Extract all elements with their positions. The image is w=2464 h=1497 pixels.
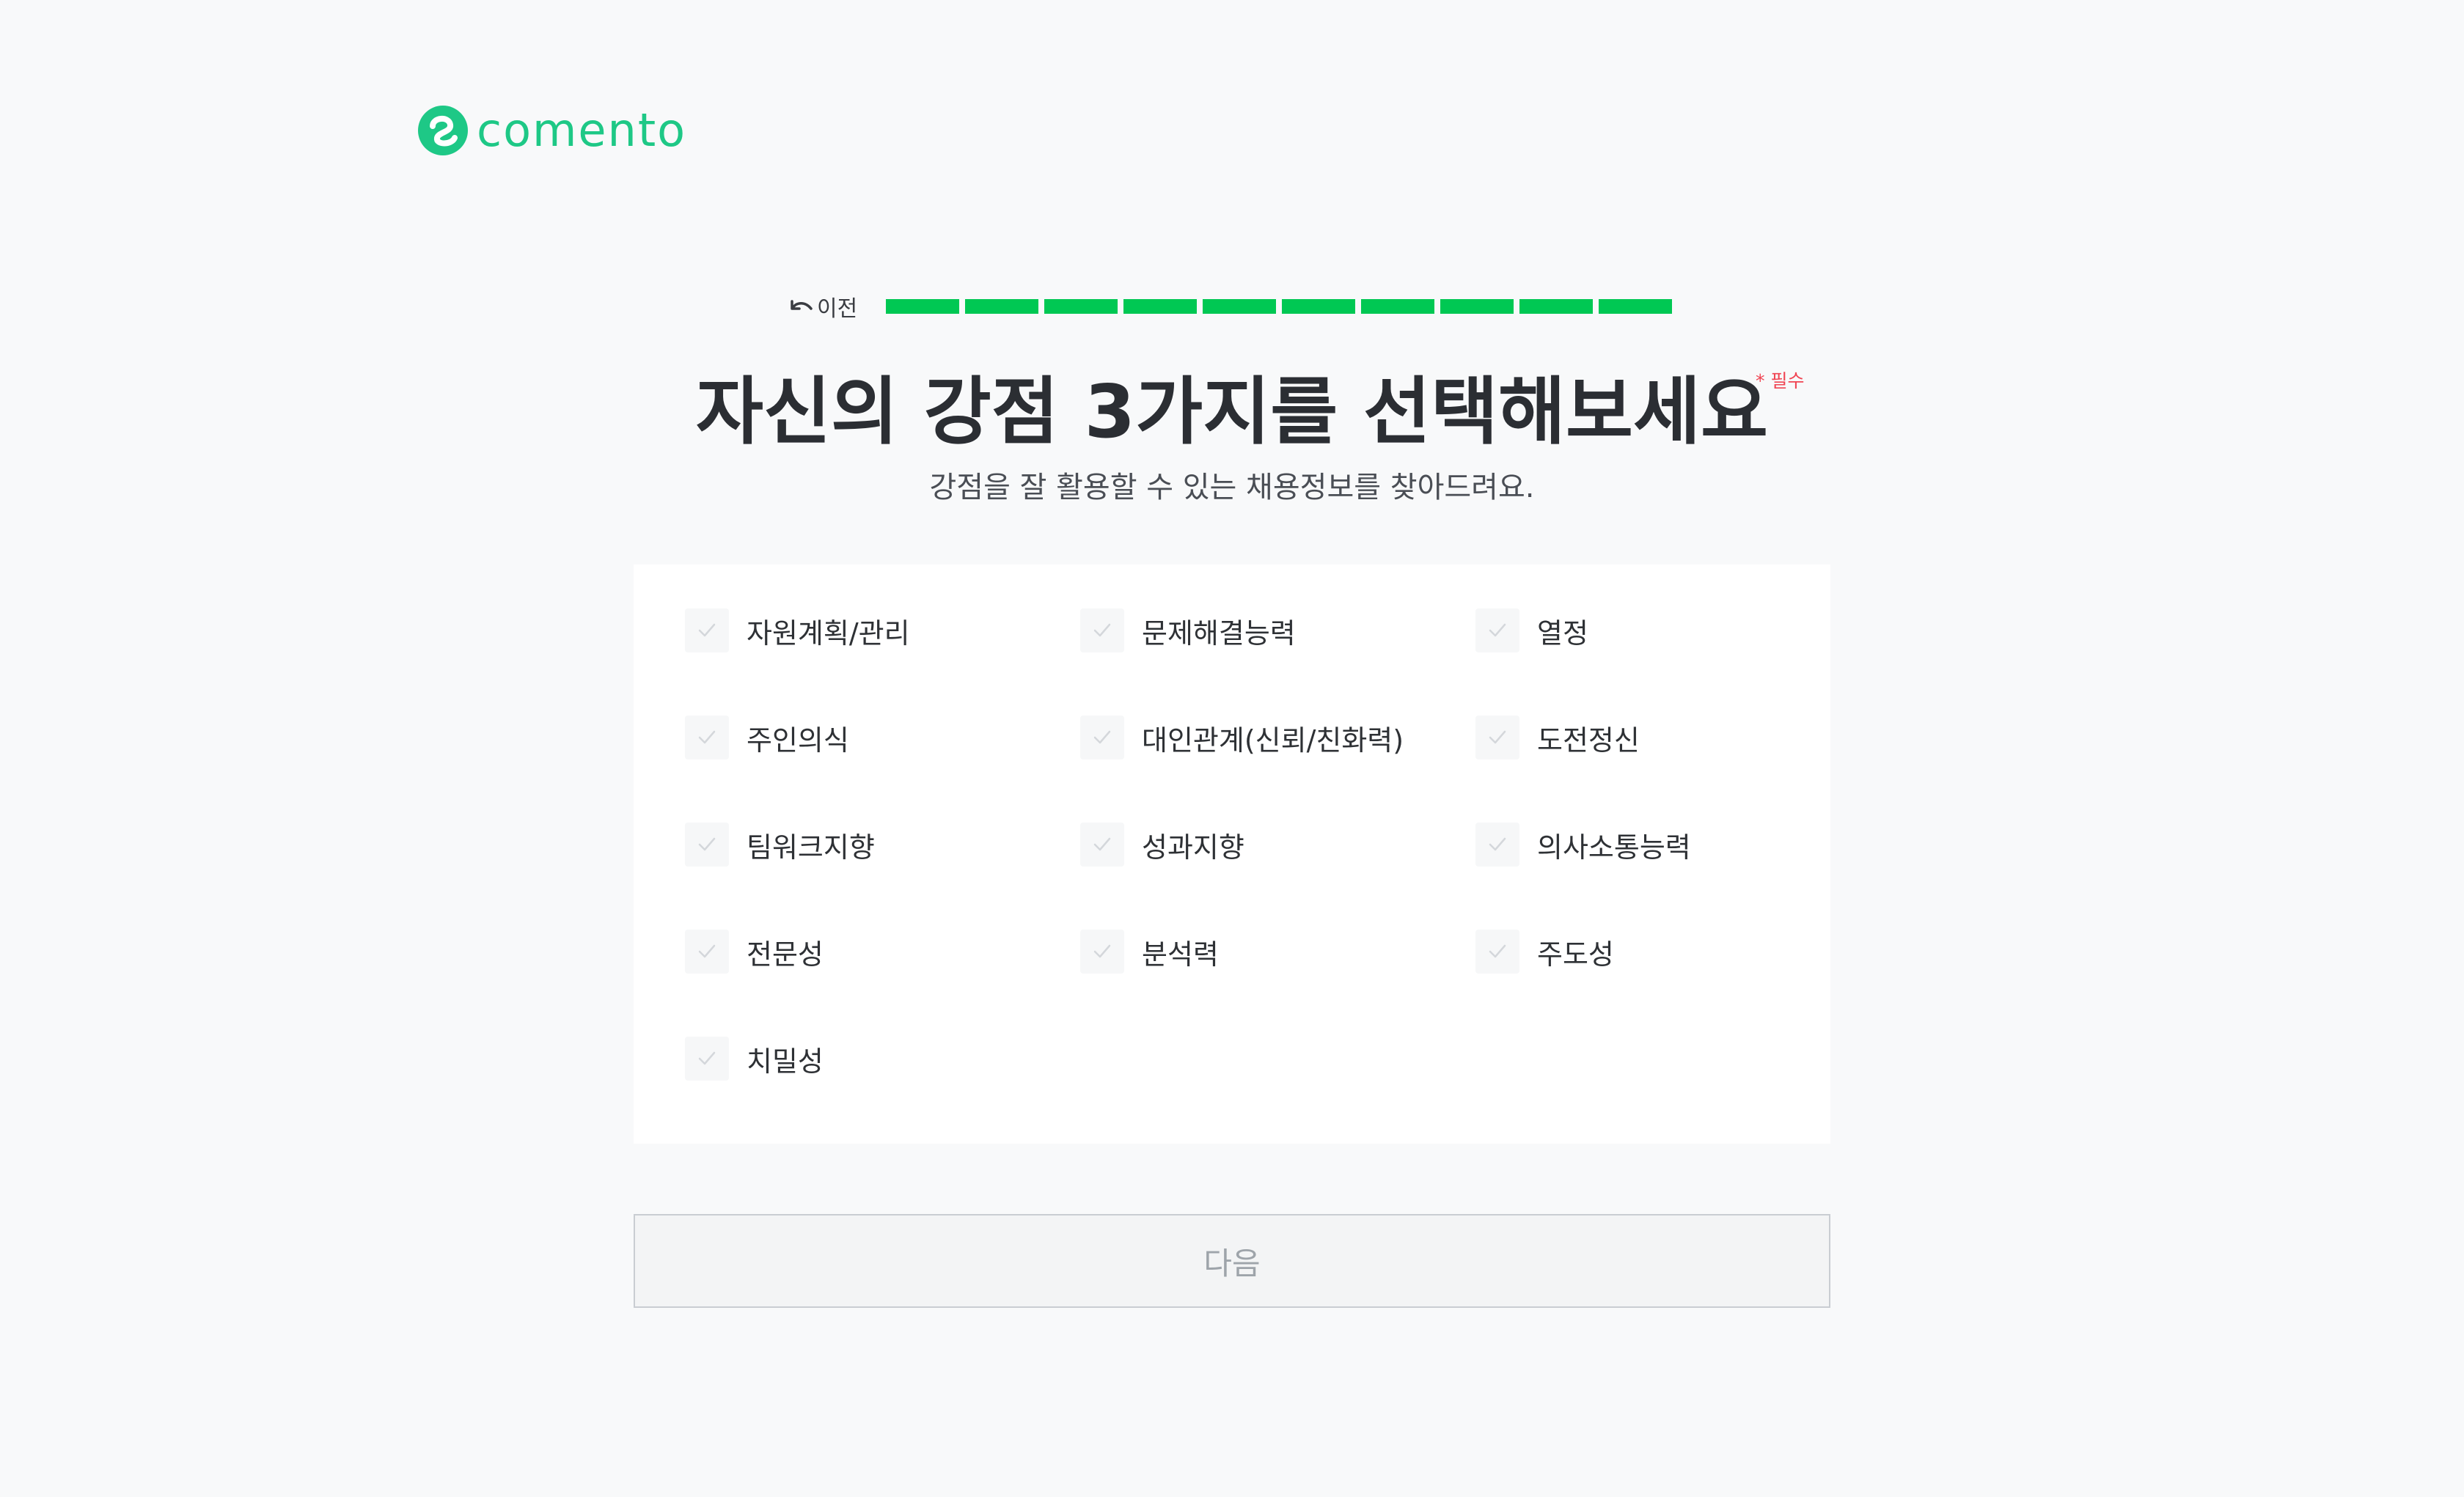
progress-segment	[1361, 299, 1434, 314]
comento-logo-text: comento	[477, 103, 687, 157]
progress-segment	[965, 299, 1038, 314]
progress-segment	[886, 299, 959, 314]
back-label: 이전	[817, 296, 858, 322]
option-label: 문제해결능력	[1142, 617, 1296, 650]
check-icon	[1093, 944, 1111, 958]
check-icon	[1093, 730, 1111, 744]
strength-option[interactable]: 대인관계(신뢰/친화력)	[1080, 716, 1404, 759]
progress-segment	[1519, 299, 1593, 314]
checkbox[interactable]	[685, 1037, 729, 1081]
check-icon	[698, 623, 716, 637]
option-label: 주도성	[1537, 938, 1614, 971]
check-icon	[1489, 730, 1506, 744]
next-button[interactable]: 다음	[634, 1214, 1830, 1308]
checkbox[interactable]	[685, 716, 729, 759]
progress-segment	[1123, 299, 1197, 314]
page-title: 자신의 강점 3가지를 선택해보세요	[695, 369, 1769, 455]
check-icon	[698, 837, 716, 851]
option-label: 도전정신	[1537, 724, 1640, 757]
checkbox[interactable]	[685, 930, 729, 974]
check-icon	[698, 944, 716, 958]
option-label: 대인관계(신뢰/친화력)	[1142, 724, 1404, 757]
checkbox[interactable]	[1080, 608, 1124, 652]
progress-segment	[1440, 299, 1514, 314]
option-label: 치밀성	[747, 1045, 824, 1078]
strengths-options-card: 자원계획/관리 문제해결능력 열정주인의식 대인관계(신뢰/친화력) 도전정신팀워크지향…	[634, 564, 1830, 1144]
checkbox[interactable]	[685, 823, 729, 867]
option-label: 주인의식	[747, 724, 849, 757]
checkbox[interactable]	[1475, 930, 1519, 974]
check-icon	[1093, 837, 1111, 851]
checkbox[interactable]	[1475, 716, 1519, 759]
check-icon	[698, 1051, 716, 1065]
strength-option[interactable]: 팀워크지향	[685, 823, 875, 867]
strength-option[interactable]: 주인의식	[685, 716, 849, 759]
progress-bar	[886, 299, 1672, 314]
checkbox[interactable]	[685, 608, 729, 652]
progress-segment	[1599, 299, 1672, 314]
strength-option[interactable]: 의사소통능력	[1475, 823, 1691, 867]
progress-segment	[1044, 299, 1118, 314]
check-icon	[1489, 837, 1506, 851]
strength-option[interactable]: 치밀성	[685, 1037, 824, 1081]
strength-option[interactable]: 분석력	[1080, 930, 1219, 974]
option-label: 전문성	[747, 938, 824, 971]
option-label: 성과지향	[1142, 831, 1244, 864]
undo-arrow-icon	[791, 300, 813, 310]
checkbox[interactable]	[1475, 823, 1519, 867]
required-label: * 필수	[1756, 370, 1805, 391]
option-label: 의사소통능력	[1537, 831, 1691, 864]
progress-row: 이전	[788, 287, 1672, 325]
check-icon	[1489, 944, 1506, 958]
back-button[interactable]: 이전	[788, 290, 886, 323]
strength-option[interactable]: 전문성	[685, 930, 824, 974]
strength-option[interactable]: 도전정신	[1475, 716, 1640, 759]
strength-option[interactable]: 성과지향	[1080, 823, 1244, 867]
check-icon	[698, 730, 716, 744]
checkbox[interactable]	[1080, 930, 1124, 974]
page-subtitle: 강점을 잘 활용할 수 있는 채용정보를 찾아드려요.	[929, 471, 1535, 504]
checkbox[interactable]	[1080, 716, 1124, 759]
strength-option[interactable]: 문제해결능력	[1080, 608, 1296, 652]
strength-option[interactable]: 열정	[1475, 608, 1588, 652]
option-label: 열정	[1537, 617, 1588, 650]
option-label: 팀워크지향	[747, 831, 875, 864]
check-icon	[1093, 623, 1111, 637]
comento-logo-icon	[418, 106, 468, 155]
checkbox[interactable]	[1475, 608, 1519, 652]
progress-segment	[1282, 299, 1355, 314]
check-icon	[1489, 623, 1506, 637]
comento-logo[interactable]: comento	[417, 103, 686, 158]
checkbox[interactable]	[1080, 823, 1124, 867]
option-label: 자원계획/관리	[747, 617, 910, 650]
strength-option[interactable]: 자원계획/관리	[685, 608, 910, 652]
progress-segment	[1203, 299, 1276, 314]
option-label: 분석력	[1142, 938, 1219, 971]
strength-option[interactable]: 주도성	[1475, 930, 1614, 974]
